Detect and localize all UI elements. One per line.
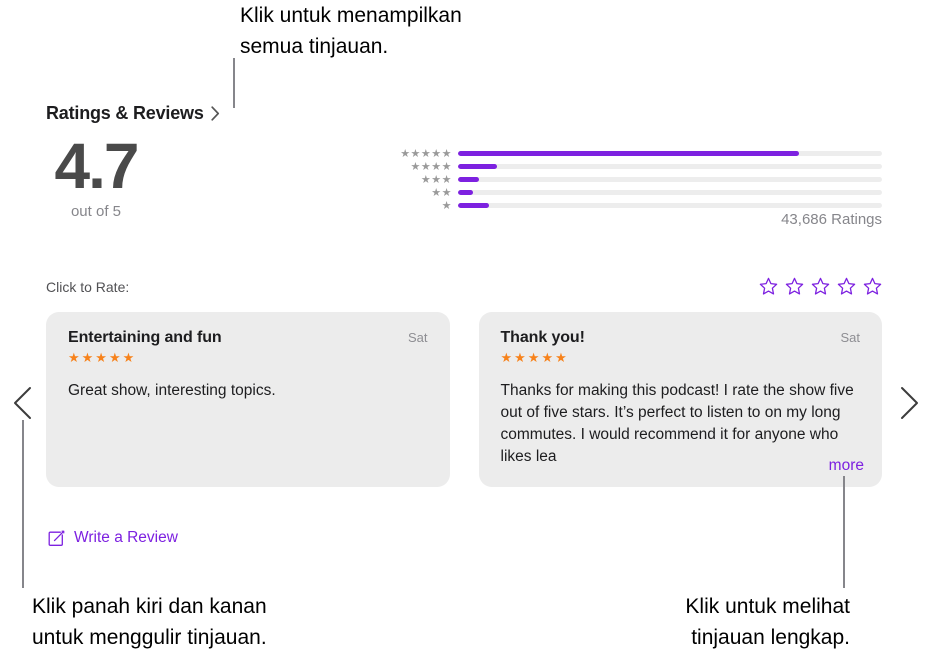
rate-star-1[interactable] [759, 277, 778, 296]
review-body: Great show, interesting topics. [68, 382, 276, 399]
histogram-star-label: ★★★★★ [400, 146, 452, 160]
histogram-fill [458, 163, 497, 169]
callout-text-bottom-right: Klik untuk melihat tinjauan lengkap. [685, 595, 850, 649]
histogram-track [458, 176, 882, 182]
histogram-track [458, 163, 882, 169]
review-text-fade [774, 456, 820, 478]
review-card[interactable]: Thank you! Sat ★★★★★ Thanks for making this… [478, 312, 882, 487]
rate-star-5[interactable] [863, 277, 882, 296]
rate-star-2[interactable] [785, 277, 804, 296]
rating-histogram: ★★★★★ ★★★★ ★★★ ★★ ★ [390, 147, 882, 212]
ratings-reviews-header[interactable]: Ratings & Reviews [46, 103, 220, 124]
review-title: Entertaining and fun [68, 329, 222, 346]
histogram-fill [458, 150, 800, 156]
next-reviews-button[interactable] [896, 385, 922, 421]
average-rating-value: 4.7 [54, 130, 140, 202]
histogram-fill [458, 176, 480, 182]
review-cards: Entertaining and fun Sat ★★★★★ Great show, … [46, 312, 882, 487]
click-to-rate-row: Click to Rate: [46, 277, 882, 296]
callout-text-bottom-left: Klik panah kiri dan kanan untuk mengguli… [32, 595, 267, 649]
rate-star-4[interactable] [837, 277, 856, 296]
review-body: Thanks for making this podcast! I rate t… [500, 382, 854, 465]
histogram-track [458, 150, 882, 156]
histogram-row: ★★ [390, 186, 882, 198]
review-more-link[interactable]: more [818, 457, 864, 475]
histogram-star-label: ★★ [431, 185, 452, 199]
histogram-star-label: ★★★★ [410, 159, 452, 173]
callout-leader-line-left [22, 420, 24, 588]
histogram-track [458, 202, 882, 208]
page-title: Ratings & Reviews [46, 103, 204, 123]
review-stars: ★★★★★ [68, 351, 137, 366]
review-date: Sat [407, 330, 428, 345]
previous-reviews-button[interactable] [10, 385, 36, 421]
rate-star-3[interactable] [811, 277, 830, 296]
review-card-header: Entertaining and fun Sat [68, 329, 428, 347]
histogram-row: ★★★★ [390, 160, 882, 172]
callout-leader-line-top [233, 58, 235, 108]
write-a-review-button[interactable]: Write a Review [48, 529, 178, 547]
review-title: Thank you! [500, 329, 585, 346]
average-rating-scale: out of 5 [70, 203, 122, 220]
callout-leader-line-more [843, 476, 845, 588]
review-stars: ★★★★★ [500, 351, 569, 366]
histogram-row: ★★★★★ [390, 147, 882, 159]
callout-text-top: Klik untuk menampilkan semua tinjauan. [240, 4, 462, 58]
chevron-right-icon [896, 387, 922, 425]
histogram-row: ★★★ [390, 173, 882, 185]
ratings-and-reviews-panel: Ratings & Reviews 4.7 out of 5 ★★★★★ ★★★★… [0, 0, 931, 668]
histogram-star-label: ★★★ [420, 172, 452, 186]
review-card-header: Thank you! Sat [501, 329, 861, 347]
histogram-row: ★ [390, 199, 882, 211]
compose-icon [48, 530, 65, 547]
histogram-track [458, 189, 882, 195]
review-card[interactable]: Entertaining and fun Sat ★★★★★ Great show, … [46, 312, 450, 487]
click-to-rate-stars[interactable] [759, 277, 882, 296]
review-date: Sat [840, 330, 860, 345]
write-a-review-label: Write a Review [74, 529, 178, 546]
click-to-rate-label: Click to Rate: [46, 278, 130, 295]
histogram-fill [458, 189, 474, 195]
chevron-right-icon[interactable] [211, 106, 220, 121]
average-rating-block: 4.7 out of 5 [46, 134, 146, 220]
ratings-count: 43,686 Ratings [781, 211, 882, 228]
histogram-star-label: ★ [441, 198, 452, 212]
histogram-fill [458, 202, 490, 208]
